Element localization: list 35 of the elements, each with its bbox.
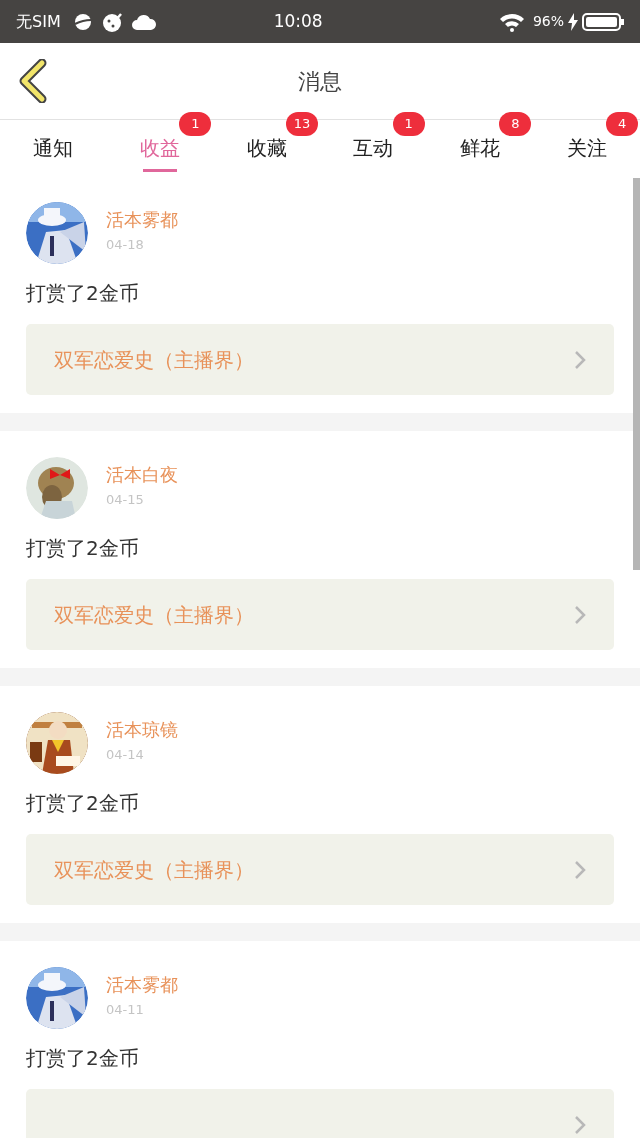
message-text: 打赏了2金币	[26, 790, 140, 817]
carrier-text: 无SIM	[16, 10, 61, 33]
count-badge: 13	[286, 112, 318, 136]
date-text: 04-15	[106, 491, 145, 509]
story-link[interactable]: 双军恋爱史（主播界）	[26, 834, 614, 905]
count-badge: 4	[606, 112, 639, 136]
date-text: 04-18	[106, 236, 145, 254]
story-link[interactable]: 双军恋爱史（主播界）	[26, 579, 614, 650]
tab[interactable]: 通知	[0, 120, 107, 176]
sender-name[interactable]: 活本雾都	[106, 206, 178, 233]
message-text: 打赏了2金币	[26, 1045, 140, 1072]
battery-percent: 96%	[532, 12, 564, 31]
cloud-icon	[130, 12, 157, 31]
charging-icon	[568, 12, 578, 31]
battery-icon	[582, 11, 624, 32]
message-text: 打赏了2金币	[26, 280, 140, 307]
chevron-right-icon	[574, 604, 586, 625]
date-text: 04-11	[106, 1001, 145, 1019]
chevron-right-icon	[574, 859, 586, 880]
sender-name[interactable]: 活本雾都	[106, 971, 178, 998]
count-badge: 1	[179, 112, 212, 136]
chevron-right-icon	[574, 349, 586, 370]
message-text: 打赏了2金币	[26, 535, 140, 562]
sender-name[interactable]: 活本白夜	[106, 461, 178, 488]
wifi-icon	[498, 11, 525, 32]
clock-text: 10:08	[273, 9, 323, 33]
planet-icon	[72, 11, 93, 32]
story-link[interactable]: 双军恋爱史（主播界）	[26, 324, 614, 395]
sender-name[interactable]: 活本琼镜	[106, 716, 178, 743]
count-badge: 1	[392, 112, 425, 136]
back-icon	[18, 59, 48, 103]
chevron-right-icon	[574, 1114, 586, 1135]
page-title: 消息	[298, 67, 342, 96]
count-badge: 8	[499, 112, 532, 136]
date-text: 04-14	[106, 746, 145, 764]
